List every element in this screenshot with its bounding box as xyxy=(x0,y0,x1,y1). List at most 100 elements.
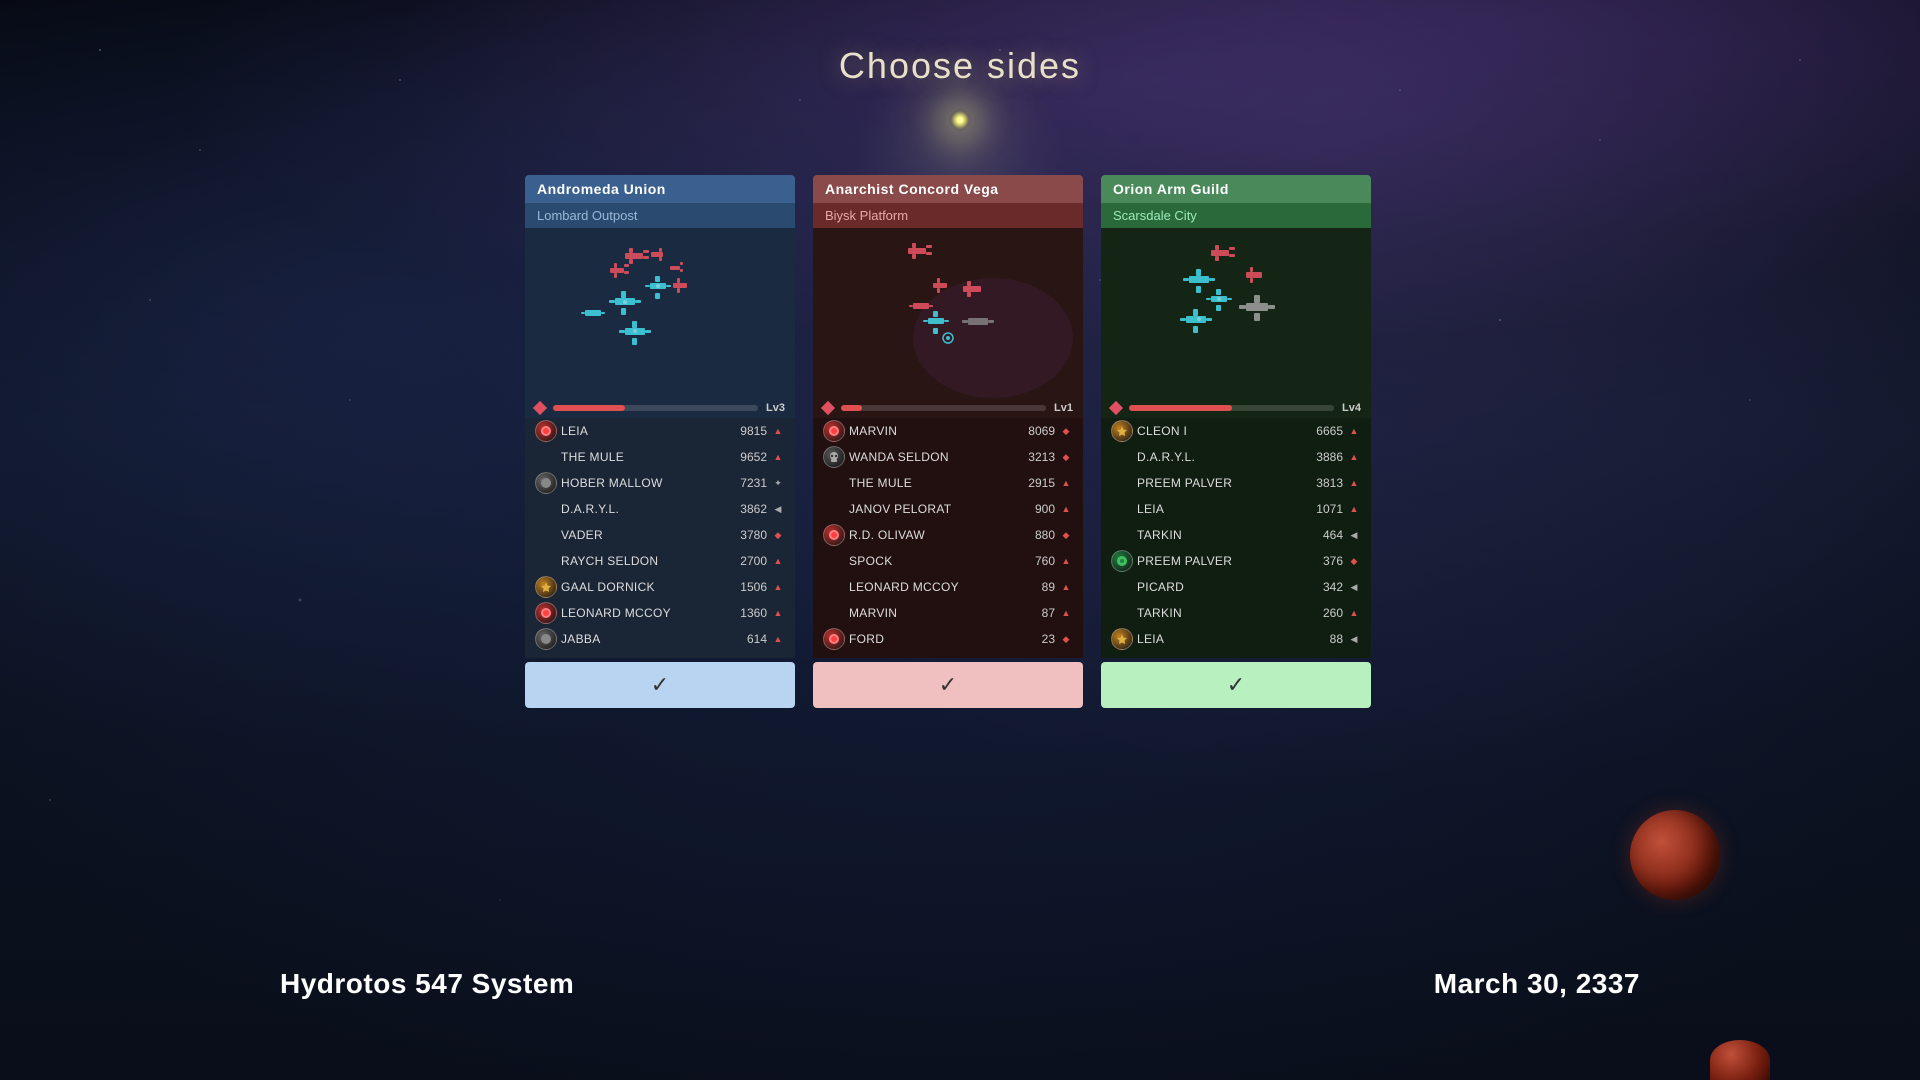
anarchist-level: Lv1 xyxy=(1054,402,1073,414)
planet-right xyxy=(1630,810,1720,900)
andromeda-level-bar: Lv3 xyxy=(525,398,795,418)
player-score: 1360 xyxy=(729,606,767,620)
player-row: MARVIN 8069 ◆ xyxy=(819,418,1077,444)
player-avatar xyxy=(1111,498,1133,520)
player-row: SPOCK 760 ▲ xyxy=(819,548,1077,574)
card-andromeda: Andromeda Union Lombard Outpost xyxy=(525,175,795,708)
player-row: LEONARD MCCOY1360▲ xyxy=(531,600,789,626)
orion-players: CLEON I6665▲D.A.R.Y.L.3886▲PREEM PALVER3… xyxy=(1101,418,1371,658)
player-ship-icon: ◆ xyxy=(1347,556,1361,567)
anarchist-diamond xyxy=(821,401,835,415)
player-name: RAYCH SELDON xyxy=(561,554,725,568)
anarchist-bar-track xyxy=(841,405,1046,411)
player-score: 9652 xyxy=(729,450,767,464)
player-name: HOBER MALLOW xyxy=(561,476,725,490)
andromeda-players: LEIA9815▲THE MULE9652▲HOBER MALLOW7231✦D… xyxy=(525,418,795,658)
player-ship-icon: ▲ xyxy=(1059,556,1073,566)
player-row: FORD23◆ xyxy=(819,626,1077,652)
orion-diamond xyxy=(1109,401,1123,415)
player-ship-icon: ▲ xyxy=(771,556,785,566)
player-name: MARVIN xyxy=(849,424,1013,438)
player-name: VADER xyxy=(561,528,725,542)
orion-subheader: Scarsdale City xyxy=(1101,203,1371,228)
player-score: 1506 xyxy=(729,580,767,594)
player-score: 89 xyxy=(1017,580,1055,594)
player-avatar xyxy=(535,524,557,546)
player-name: JANOV PELORAT xyxy=(849,502,1013,516)
player-ship-icon: ▲ xyxy=(771,608,785,618)
player-name: PICARD xyxy=(1137,580,1301,594)
planet-small xyxy=(1710,1040,1770,1080)
player-ship-icon: ◀ xyxy=(1347,634,1361,645)
player-ship-icon: ▲ xyxy=(1059,608,1073,618)
orion-confirm[interactable]: ✓ xyxy=(1101,662,1371,708)
player-avatar xyxy=(823,524,845,546)
player-avatar xyxy=(1111,472,1133,494)
player-name: THE MULE xyxy=(561,450,725,464)
player-score: 342 xyxy=(1305,580,1343,594)
player-avatar xyxy=(535,550,557,572)
andromeda-header[interactable]: Andromeda Union xyxy=(525,175,795,203)
player-ship-icon: ▲ xyxy=(771,426,785,436)
player-name: WANDA SELDON xyxy=(849,450,1013,464)
player-ship-icon: ✦ xyxy=(771,478,785,489)
player-avatar xyxy=(1111,550,1133,572)
player-name: PREEM PALVER xyxy=(1137,554,1301,568)
player-ship-icon: ◀ xyxy=(1347,582,1361,593)
player-name: SPOCK xyxy=(849,554,1013,568)
player-avatar xyxy=(823,550,845,572)
player-name: FORD xyxy=(849,632,1013,646)
anarchist-confirm[interactable]: ✓ xyxy=(813,662,1083,708)
player-score: 260 xyxy=(1305,606,1343,620)
player-ship-icon: ▲ xyxy=(1347,608,1361,618)
player-avatar xyxy=(535,472,557,494)
orion-bar-fill xyxy=(1129,405,1232,411)
player-avatar xyxy=(823,472,845,494)
player-row: LEIA1071▲ xyxy=(1107,496,1365,522)
player-ship-icon: ◀ xyxy=(1347,530,1361,541)
player-score: 376 xyxy=(1305,554,1343,568)
player-ship-icon: ▲ xyxy=(1059,582,1073,592)
player-avatar xyxy=(823,498,845,520)
player-score: 88 xyxy=(1305,632,1343,646)
player-name: D.A.R.Y.L. xyxy=(561,502,725,516)
player-avatar xyxy=(535,420,557,442)
player-avatar xyxy=(1111,576,1133,598)
player-row: D.A.R.Y.L. 3862 ◀ xyxy=(531,496,789,522)
player-score: 87 xyxy=(1017,606,1055,620)
player-ship-icon: ◀ xyxy=(771,504,785,515)
andromeda-confirm[interactable]: ✓ xyxy=(525,662,795,708)
player-score: 9815 xyxy=(729,424,767,438)
player-row: MARVIN 87 ▲ xyxy=(819,600,1077,626)
player-ship-icon: ◆ xyxy=(771,530,785,541)
andromeda-diamond xyxy=(533,401,547,415)
player-name: MARVIN xyxy=(849,606,1013,620)
anarchist-subheader: Biysk Platform xyxy=(813,203,1083,228)
player-name: LEIA xyxy=(1137,632,1301,646)
player-avatar xyxy=(823,576,845,598)
orion-header[interactable]: Orion Arm Guild xyxy=(1101,175,1371,203)
player-score: 760 xyxy=(1017,554,1055,568)
player-avatar xyxy=(535,576,557,598)
player-ship-icon: ◆ xyxy=(1059,426,1073,437)
player-avatar xyxy=(1111,628,1133,650)
player-name: JABBA xyxy=(561,632,725,646)
anarchist-header[interactable]: Anarchist Concord Vega xyxy=(813,175,1083,203)
cards-container: Andromeda Union Lombard Outpost xyxy=(525,175,1395,708)
player-score: 3780 xyxy=(729,528,767,542)
player-score: 3862 xyxy=(729,502,767,516)
player-ship-icon: ▲ xyxy=(1059,478,1073,488)
player-avatar xyxy=(535,628,557,650)
player-avatar xyxy=(535,498,557,520)
player-ship-icon: ▲ xyxy=(1347,452,1361,462)
player-ship-icon: ▲ xyxy=(771,634,785,644)
player-row: VADER 3780 ◆ xyxy=(531,522,789,548)
player-row: CLEON I6665▲ xyxy=(1107,418,1365,444)
anarchist-level-bar: Lv1 xyxy=(813,398,1083,418)
player-score: 8069 xyxy=(1017,424,1055,438)
player-ship-icon: ▲ xyxy=(1347,504,1361,514)
player-score: 2915 xyxy=(1017,476,1055,490)
player-name: LEIA xyxy=(1137,502,1301,516)
player-ship-icon: ◆ xyxy=(1059,530,1073,541)
player-score: 900 xyxy=(1017,502,1055,516)
